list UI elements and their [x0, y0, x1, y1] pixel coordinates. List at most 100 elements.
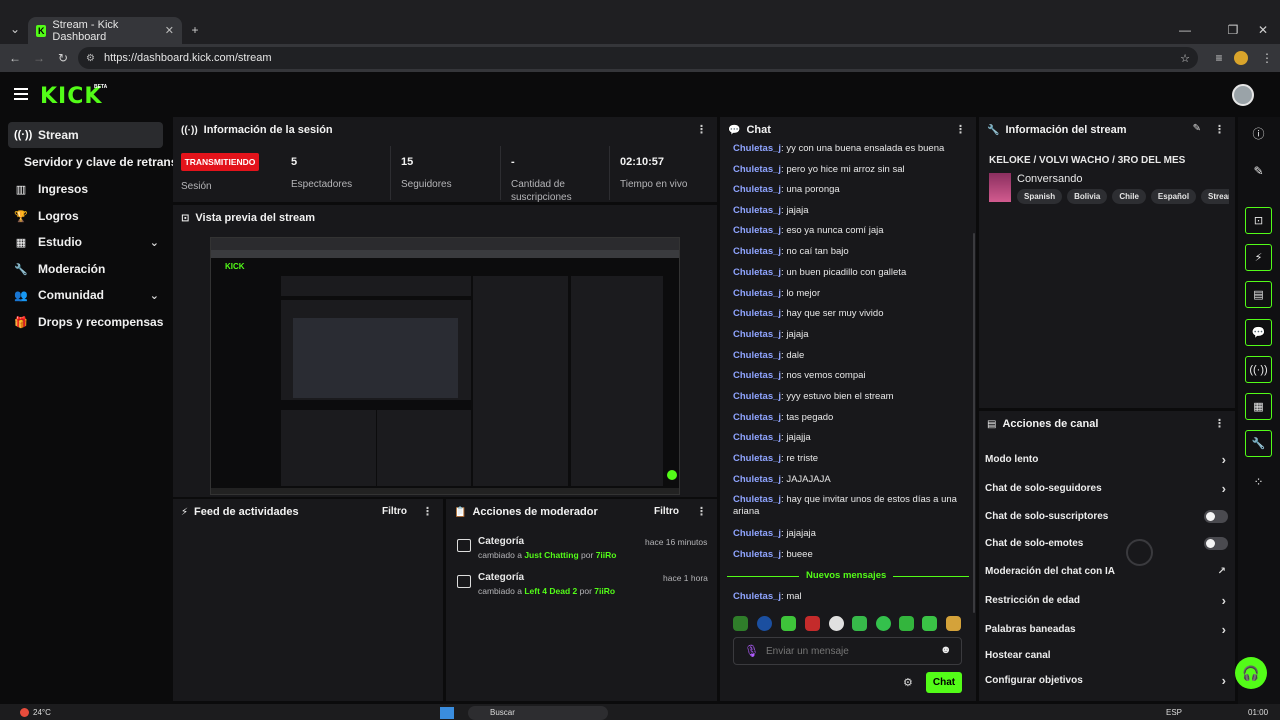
emote[interactable]: [922, 616, 937, 631]
emote[interactable]: [876, 616, 891, 631]
tab-list-icon[interactable]: ⌄: [6, 20, 24, 38]
new-tab-icon[interactable]: +: [186, 21, 204, 39]
browser-tab[interactable]: K Stream - Kick Dashboard ✕: [28, 17, 182, 44]
chat-username[interactable]: Chuletas_j: [733, 350, 781, 361]
action-host-channel[interactable]: Hostear canal: [985, 647, 1230, 663]
minimize-icon[interactable]: —: [1176, 21, 1194, 39]
chat-input-box[interactable]: 🎙 ☻: [733, 637, 962, 665]
chat-username[interactable]: Chuletas_j: [733, 391, 781, 402]
edit-pencil-icon[interactable]: ✎: [1193, 123, 1201, 134]
chat-username[interactable]: Chuletas_j: [733, 225, 781, 236]
mod-action-game[interactable]: Left 4 Dead 2: [524, 586, 577, 596]
sidebar-item-estudio[interactable]: ▦ Estudio ⌄: [8, 229, 163, 255]
mod-action-game[interactable]: Just Chatting: [524, 550, 578, 560]
chat-username[interactable]: Chuletas_j: [733, 432, 781, 443]
microphone-icon[interactable]: 🎙: [744, 644, 759, 658]
emotes-only-toggle[interactable]: [1204, 536, 1228, 550]
emote[interactable]: [733, 616, 748, 631]
chat-username[interactable]: Chuletas_j: [733, 591, 781, 602]
sidebar-item-moderacion[interactable]: 🔧 Moderación: [8, 256, 163, 282]
chat-username[interactable]: Chuletas_j: [733, 308, 781, 319]
chat-username[interactable]: Chuletas_j: [733, 246, 781, 257]
preview-widget-icon[interactable]: ⊡: [1245, 207, 1272, 234]
activity-widget-icon[interactable]: ⚡: [1245, 244, 1272, 271]
sidebar-item-logros[interactable]: 🏆 Logros: [8, 203, 163, 229]
edit-pencil-icon[interactable]: ✎: [1245, 157, 1272, 184]
mod-actions-widget-icon[interactable]: ▤: [1245, 281, 1272, 308]
emote[interactable]: [805, 616, 820, 631]
emote[interactable]: [852, 616, 867, 631]
taskbar-clock[interactable]: 01:00: [1248, 708, 1268, 717]
chat-username[interactable]: Chuletas_j: [733, 412, 781, 423]
weather-icon[interactable]: [20, 708, 29, 717]
chat-send-button[interactable]: Chat: [926, 672, 962, 693]
profile-avatar[interactable]: [1234, 51, 1248, 65]
action-followers-only[interactable]: Chat de solo-seguidores ›: [985, 480, 1230, 496]
chat-username[interactable]: Chuletas_j: [733, 453, 781, 464]
mod-action-user[interactable]: 7iiRo: [594, 586, 615, 596]
emote[interactable]: [757, 616, 772, 631]
chat-username[interactable]: Chuletas_j: [733, 370, 781, 381]
bookmark-star-icon[interactable]: ☆: [1180, 52, 1190, 65]
channel-actions-widget-icon[interactable]: ▦: [1245, 393, 1272, 420]
sidebar-item-server-key[interactable]: Servidor y clave de retransm: [18, 149, 188, 175]
tab-close-icon[interactable]: ✕: [165, 24, 174, 37]
chat-username[interactable]: Chuletas_j: [733, 549, 781, 560]
more-widgets-icon[interactable]: ⁘: [1245, 468, 1272, 495]
more-options-icon[interactable]: ⋮: [1214, 417, 1225, 430]
chat-widget-icon[interactable]: 💬: [1245, 319, 1272, 346]
user-avatar[interactable]: [1232, 84, 1254, 106]
emote[interactable]: [946, 616, 961, 631]
hamburger-menu-icon[interactable]: [14, 86, 28, 100]
activity-filter-button[interactable]: Filtro: [382, 506, 407, 517]
action-age-restriction[interactable]: Restricción de edad ›: [985, 592, 1230, 608]
keyboard-language[interactable]: ESP: [1166, 708, 1182, 717]
more-options-icon[interactable]: ⋮: [696, 505, 707, 518]
chat-username[interactable]: Chuletas_j: [733, 528, 781, 539]
browser-menu-icon[interactable]: ⋮: [1258, 49, 1276, 67]
action-slow-mode[interactable]: Modo lento ›: [985, 451, 1230, 467]
taskbar-search[interactable]: Buscar: [468, 706, 608, 720]
reading-list-icon[interactable]: ≡: [1210, 49, 1228, 67]
sidebar-item-comunidad[interactable]: 👥 Comunidad ⌄: [8, 282, 163, 308]
chat-username[interactable]: Chuletas_j: [733, 267, 781, 278]
emote[interactable]: [899, 616, 914, 631]
more-options-icon[interactable]: ⋮: [422, 505, 433, 518]
more-options-icon[interactable]: ⋮: [1214, 123, 1225, 136]
chat-username[interactable]: Chuletas_j: [733, 474, 781, 485]
site-info-icon[interactable]: ⚙: [86, 53, 95, 64]
chat-message-input[interactable]: [766, 643, 931, 659]
chat-username[interactable]: Chuletas_j: [733, 205, 781, 216]
emote[interactable]: [781, 616, 796, 631]
sidebar-item-drops[interactable]: 🎁 Drops y recompensas: [8, 309, 178, 335]
back-icon[interactable]: ←: [6, 49, 24, 67]
maximize-icon[interactable]: ❐: [1224, 21, 1242, 39]
emoji-icon[interactable]: ☻: [940, 644, 952, 656]
support-headset-button[interactable]: 🎧: [1235, 657, 1267, 689]
mod-action-user[interactable]: 7iiRo: [596, 550, 617, 560]
reload-icon[interactable]: ↻: [54, 49, 72, 67]
forward-icon[interactable]: →: [30, 49, 48, 67]
chat-settings-gear-icon[interactable]: ⚙: [903, 676, 913, 689]
chat-username[interactable]: Chuletas_j: [733, 329, 781, 340]
subscribers-only-toggle[interactable]: [1204, 509, 1228, 523]
chat-username[interactable]: Chuletas_j: [733, 184, 781, 195]
chat-username[interactable]: Chuletas_j: [733, 164, 781, 175]
windows-start-icon[interactable]: [440, 707, 454, 719]
chat-username[interactable]: Chuletas_j: [733, 288, 781, 299]
sidebar-item-ingresos[interactable]: ▥ Ingresos: [8, 176, 163, 202]
chat-username[interactable]: Chuletas_j: [733, 494, 781, 505]
action-configure-goals[interactable]: Configurar objetivos ›: [985, 672, 1230, 688]
chat-scrollbar[interactable]: [973, 233, 975, 613]
emote[interactable]: [829, 616, 844, 631]
weather-temp[interactable]: 24°C: [33, 708, 51, 717]
chat-username[interactable]: Chuletas_j: [733, 143, 781, 154]
address-bar[interactable]: ⚙ https://dashboard.kick.com/stream ☆: [78, 47, 1198, 69]
close-window-icon[interactable]: ✕: [1254, 21, 1272, 39]
more-options-icon[interactable]: ⋮: [696, 123, 707, 136]
sidebar-item-stream[interactable]: ((·)) Stream: [8, 122, 163, 148]
action-ai-moderation[interactable]: Moderación del chat con IA ↗: [985, 563, 1230, 579]
new-messages-label[interactable]: Nuevos mensajes: [806, 570, 886, 581]
stream-preview-video[interactable]: KICK: [210, 237, 680, 495]
info-icon[interactable]: ⓘ: [1245, 120, 1272, 147]
